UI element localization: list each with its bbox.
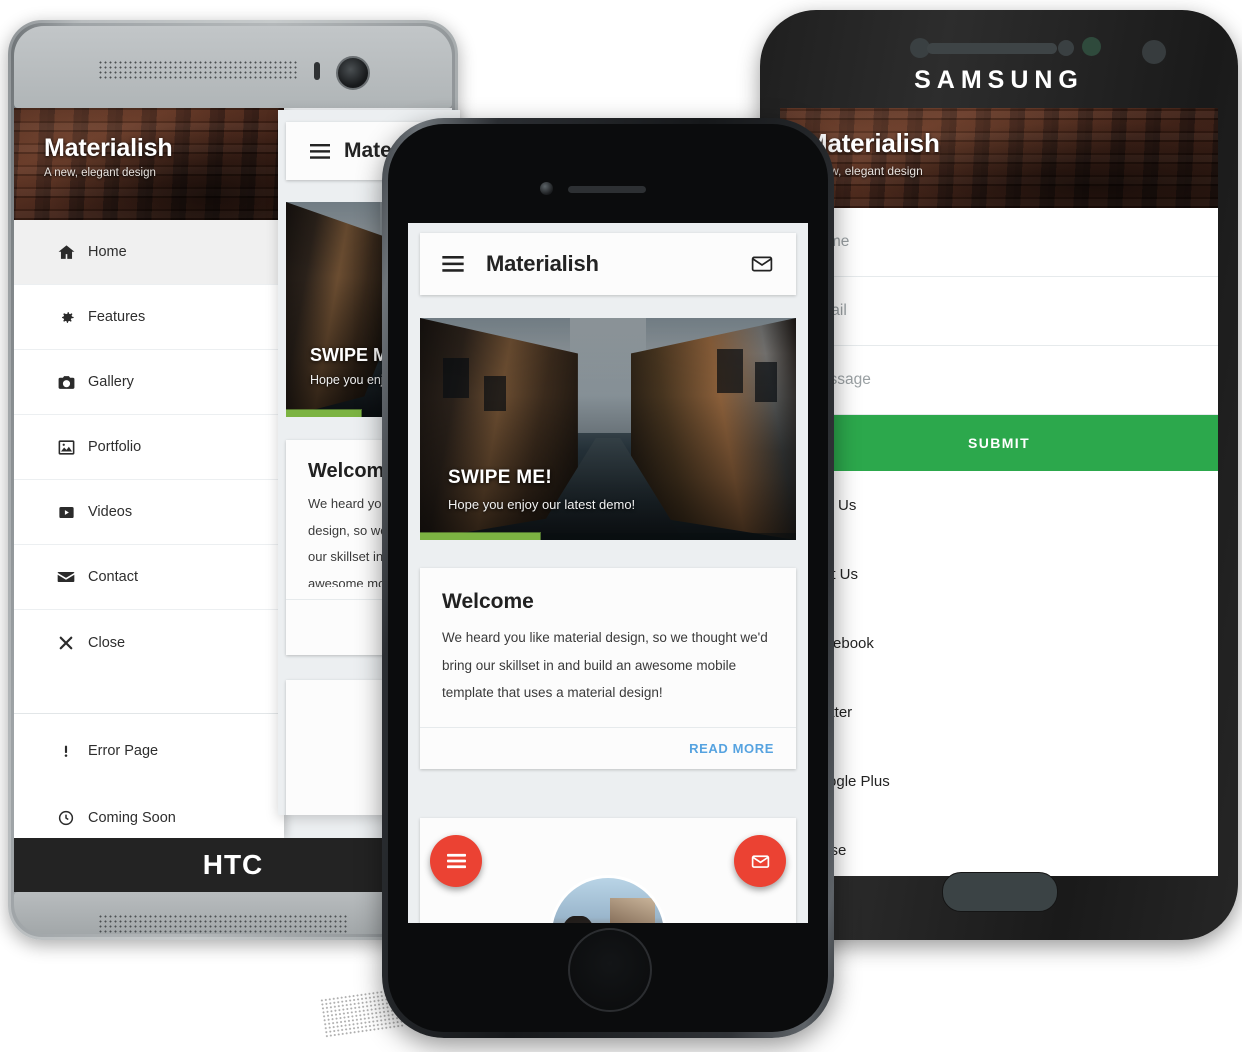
contact-link-facebook[interactable]: Facebook (780, 609, 1218, 678)
list-icon (446, 853, 466, 869)
htc-front-camera (336, 56, 370, 90)
htc-bottom-speaker-grille (98, 914, 348, 934)
name-field[interactable]: Name (780, 208, 1218, 277)
hero-window (442, 357, 469, 398)
sidebar-item-home[interactable]: Home (14, 220, 284, 285)
contact-link-text-us[interactable]: Text Us (780, 540, 1218, 609)
hamburger-icon[interactable] (442, 256, 464, 272)
hero-window (483, 375, 507, 412)
samsung-header: Materialish A new, elegant design (780, 108, 1218, 208)
envelope-icon (44, 567, 88, 587)
sidebar-item-error-page[interactable]: Error Page (14, 714, 284, 788)
drawer-brand-title: Materialish (44, 134, 173, 162)
welcome-body: We heard you like material design, so we… (442, 630, 768, 701)
samsung-brand-logo: SAMSUNG (914, 66, 1084, 94)
samsung-led-indicator (1058, 40, 1074, 56)
htc-earpiece-grille (98, 60, 298, 80)
devices-showcase: Materialish A new, elegant design Home F… (0, 0, 1242, 1052)
samsung-sensor-right (1082, 37, 1101, 56)
iphone-earpiece (568, 186, 646, 193)
sidebar-item-label: Error Page (88, 743, 159, 759)
clock-icon (44, 809, 88, 827)
welcome-card-footer: READ MORE (420, 727, 796, 769)
read-more-link[interactable]: READ MORE (689, 741, 774, 756)
appbar: Materialish (420, 233, 796, 295)
samsung-front-camera (1142, 40, 1166, 64)
hero-subtext: Hope you enjoy our latest demo! (448, 497, 636, 512)
brand-title: Materialish (806, 128, 940, 158)
envelope-icon (751, 854, 769, 868)
home-icon (44, 243, 88, 262)
samsung-earpiece (927, 43, 1057, 54)
htc-brand-logo: HTC (202, 849, 264, 880)
iphone-screen: Materialish SWIPE ME! Hope you enjoy our… (408, 223, 808, 923)
sidebar-item-label: Features (88, 309, 146, 325)
email-field[interactable]: Email (780, 277, 1218, 346)
menu-fab[interactable] (430, 835, 482, 887)
drawer-brand-tagline: A new, elegant design (44, 167, 156, 179)
sidebar-item-label: Portfolio (88, 439, 142, 455)
hero-window (754, 362, 778, 403)
camera-icon (44, 373, 88, 392)
envelope-icon[interactable] (750, 252, 774, 276)
sidebar-item-label: Gallery (88, 374, 134, 390)
iphone-front-camera (540, 182, 553, 195)
sidebar-item-videos[interactable]: Videos (14, 480, 284, 545)
welcome-card: Welcome We heard you like material desig… (420, 568, 796, 770)
hero-progress-bar (420, 533, 796, 540)
sidebar-item-contact[interactable]: Contact (14, 545, 284, 610)
sidebar-item-label: Coming Soon (88, 810, 176, 826)
sidebar-item-portfolio[interactable]: Portfolio (14, 415, 284, 480)
sidebar-item-label: Contact (88, 569, 138, 585)
hamburger-icon[interactable] (310, 143, 330, 159)
sidebar-item-label: Close (88, 634, 126, 651)
avatar-figure-left (558, 916, 597, 923)
hero-sky (570, 318, 646, 434)
samsung-screen: Materialish A new, elegant design Name E… (780, 108, 1218, 876)
iphone-device: Materialish SWIPE ME! Hope you enjoy our… (382, 118, 834, 1038)
drawer-header: Materialish A new, elegant design (14, 108, 284, 220)
sidebar-item-label: Videos (88, 504, 133, 520)
contact-link-call-us[interactable]: Call Us (780, 471, 1218, 540)
close-icon (44, 634, 88, 652)
iphone-home-button[interactable] (568, 928, 652, 1012)
sidebar-item-label: Home (88, 244, 127, 260)
hero-heading: SWIPE ME! (448, 467, 553, 488)
welcome-title: Welcome (442, 590, 534, 613)
sidebar-item-gallery[interactable]: Gallery (14, 350, 284, 415)
sidebar-item-close[interactable]: Close (14, 610, 284, 675)
sidebar-item-coming-soon[interactable]: Coming Soon (14, 788, 284, 838)
mail-fab[interactable] (734, 835, 786, 887)
gear-icon (44, 308, 88, 327)
htc-proximity-sensor (314, 62, 320, 80)
image-icon (44, 438, 88, 457)
appbar-title: Materialish (486, 251, 599, 276)
brand-tagline: A new, elegant design (806, 164, 923, 178)
htc-top-bezel (14, 26, 452, 108)
hero-window (717, 349, 744, 394)
contact-link-close[interactable]: Close (780, 816, 1218, 876)
htc-nav-drawer: Materialish A new, elegant design Home F… (14, 108, 284, 838)
avatar-figure-right (610, 898, 656, 923)
contact-link-google-plus[interactable]: Google Plus (780, 747, 1218, 816)
message-field[interactable]: Message (780, 346, 1218, 415)
submit-button[interactable]: SUBMIT (780, 415, 1218, 471)
contact-link-twitter[interactable]: Twitter (780, 678, 1218, 747)
sidebar-item-features[interactable]: Features (14, 285, 284, 350)
hero-banner[interactable]: SWIPE ME! Hope you enjoy our latest demo… (420, 318, 796, 540)
samsung-home-button[interactable] (942, 872, 1058, 912)
video-icon (44, 503, 88, 522)
exclamation-icon (44, 742, 88, 760)
